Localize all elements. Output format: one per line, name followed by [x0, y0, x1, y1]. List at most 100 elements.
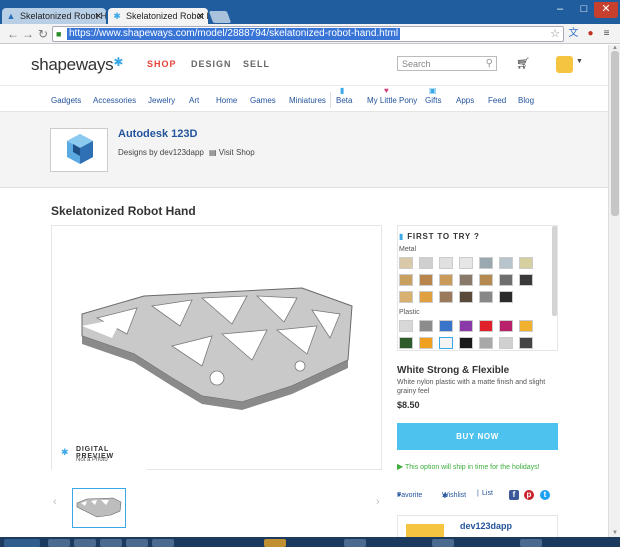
metal-swatch[interactable] — [519, 274, 533, 286]
scroll-down-icon[interactable]: ▼ — [611, 530, 619, 536]
category-jewelry[interactable]: Jewelry — [148, 96, 175, 105]
back-icon[interactable]: ← — [6, 26, 20, 42]
metal-swatch[interactable] — [479, 257, 493, 269]
metal-swatch[interactable] — [439, 257, 453, 269]
category-apps[interactable]: Apps — [456, 96, 474, 105]
plastic-swatch[interactable] — [459, 337, 473, 349]
plastic-swatch[interactable] — [419, 320, 433, 332]
metal-swatch[interactable] — [399, 257, 413, 269]
new-tab-button[interactable] — [208, 11, 232, 23]
metal-swatch[interactable] — [419, 257, 433, 269]
cart-icon[interactable]: 🛒︎ — [516, 57, 530, 70]
browser-tab-1[interactable]: ▲ Skelatonized Robot Hand ✕ — [2, 8, 106, 24]
metal-swatch[interactable] — [399, 274, 413, 286]
category-art[interactable]: Art — [189, 96, 199, 105]
taskbar-item-8[interactable] — [432, 539, 454, 547]
chevron-right-icon[interactable]: › — [376, 496, 380, 508]
forward-icon[interactable]: → — [21, 26, 35, 42]
maximize-icon[interactable]: □ — [572, 2, 596, 18]
facebook-icon[interactable]: f — [509, 490, 519, 500]
translate-icon[interactable]: 文 — [567, 27, 580, 40]
shop-name[interactable]: Autodesk 123D — [118, 128, 197, 140]
category-beta[interactable]: Beta — [336, 96, 352, 105]
pinterest-icon[interactable]: p — [524, 490, 534, 500]
plastic-swatch[interactable] — [419, 337, 433, 349]
taskbar-item-3[interactable] — [100, 539, 122, 547]
reload-icon[interactable]: ↻ — [36, 26, 50, 42]
metal-swatch[interactable] — [459, 274, 473, 286]
metal-swatch[interactable] — [419, 274, 433, 286]
metal-swatch[interactable] — [499, 257, 513, 269]
search-input[interactable]: Search ⚲ — [397, 56, 497, 71]
taskbar-item-6[interactable] — [264, 539, 286, 547]
metal-swatch[interactable] — [519, 257, 533, 269]
address-bar[interactable]: ■ https://www.shapeways.com/model/288879… — [52, 26, 564, 42]
category-accessories[interactable]: Accessories — [93, 96, 136, 105]
chevron-left-icon[interactable]: ‹ — [53, 496, 57, 508]
shop-logo[interactable] — [50, 128, 108, 172]
plastic-swatch[interactable] — [439, 337, 453, 349]
category-home[interactable]: Home — [216, 96, 237, 105]
metal-swatch[interactable] — [499, 274, 513, 286]
category-blog[interactable]: Blog — [518, 96, 534, 105]
metal-swatch[interactable] — [499, 291, 513, 303]
taskbar-item-7[interactable] — [344, 539, 366, 547]
metal-swatch[interactable] — [459, 291, 473, 303]
model-viewer[interactable]: ✱ DIGITAL PREVIEW Not a Photo — [51, 225, 382, 470]
taskbar-item-2[interactable] — [74, 539, 96, 547]
menu-icon[interactable]: ≡ — [600, 27, 613, 40]
metal-swatch[interactable] — [479, 291, 493, 303]
page-scrollbar[interactable]: ▲ ▼ — [608, 45, 620, 537]
metal-swatch[interactable] — [399, 291, 413, 303]
category-games[interactable]: Games — [250, 96, 276, 105]
plastic-swatch[interactable] — [399, 337, 413, 349]
metal-swatch[interactable] — [459, 257, 473, 269]
taskbar-item-4[interactable] — [126, 539, 148, 547]
taskbar-item-5[interactable] — [152, 539, 174, 547]
start-button[interactable] — [4, 539, 40, 547]
taskbar-item-9[interactable] — [520, 539, 542, 547]
extension-icon[interactable]: ● — [584, 27, 597, 40]
metal-swatch[interactable] — [439, 291, 453, 303]
plastic-swatch[interactable] — [479, 337, 493, 349]
close-icon[interactable]: ✕ — [94, 8, 102, 24]
chevron-down-icon[interactable]: ▼ — [576, 58, 583, 65]
avatar[interactable] — [556, 56, 573, 73]
visit-shop-link[interactable]: ▤ Visit Shop — [209, 148, 255, 157]
plastic-swatch[interactable] — [399, 320, 413, 332]
search-icon[interactable]: ⚲ — [486, 57, 493, 70]
minimize-icon[interactable]: – — [548, 2, 572, 18]
bookmark-star-icon[interactable]: ☆ — [550, 27, 560, 41]
plastic-swatch[interactable] — [459, 320, 473, 332]
material-scrollbar[interactable] — [552, 226, 557, 316]
metal-swatch[interactable] — [439, 274, 453, 286]
category-gadgets[interactable]: Gadgets — [51, 96, 81, 105]
close-icon[interactable]: ✕ — [196, 8, 204, 24]
plastic-swatch[interactable] — [499, 320, 513, 332]
taskbar-item-1[interactable] — [48, 539, 70, 547]
nav-design[interactable]: DESIGN — [191, 59, 232, 69]
site-logo[interactable]: shapeways✱ — [31, 55, 123, 75]
thumbnail-1[interactable] — [72, 488, 126, 528]
plastic-swatch[interactable] — [499, 337, 513, 349]
window-close-icon[interactable]: ✕ — [594, 2, 618, 18]
category-miniatures[interactable]: Miniatures — [289, 96, 326, 105]
help-icon[interactable]: ? — [474, 232, 480, 241]
metal-swatch[interactable] — [479, 274, 493, 286]
category-my-little-pony[interactable]: My Little Pony — [367, 96, 417, 105]
scrollbar-thumb[interactable] — [611, 51, 619, 216]
category-gifts[interactable]: Gifts — [425, 96, 441, 105]
list-link[interactable]: List — [482, 490, 493, 497]
designer-avatar[interactable] — [406, 524, 444, 537]
plastic-swatch[interactable] — [479, 320, 493, 332]
plastic-swatch[interactable] — [519, 337, 533, 349]
url-text[interactable]: https://www.shapeways.com/model/2888794/… — [67, 28, 401, 40]
plastic-swatch[interactable] — [519, 320, 533, 332]
designer-name[interactable]: dev123dapp — [460, 521, 512, 531]
metal-swatch[interactable] — [419, 291, 433, 303]
buy-now-button[interactable]: BUY NOW — [397, 423, 558, 450]
nav-shop[interactable]: SHOP — [147, 59, 177, 69]
plastic-swatch[interactable] — [439, 320, 453, 332]
browser-tab-2[interactable]: ✱ Skelatonized Robot Hand ✕ — [108, 8, 208, 24]
nav-sell[interactable]: SELL — [243, 59, 270, 69]
